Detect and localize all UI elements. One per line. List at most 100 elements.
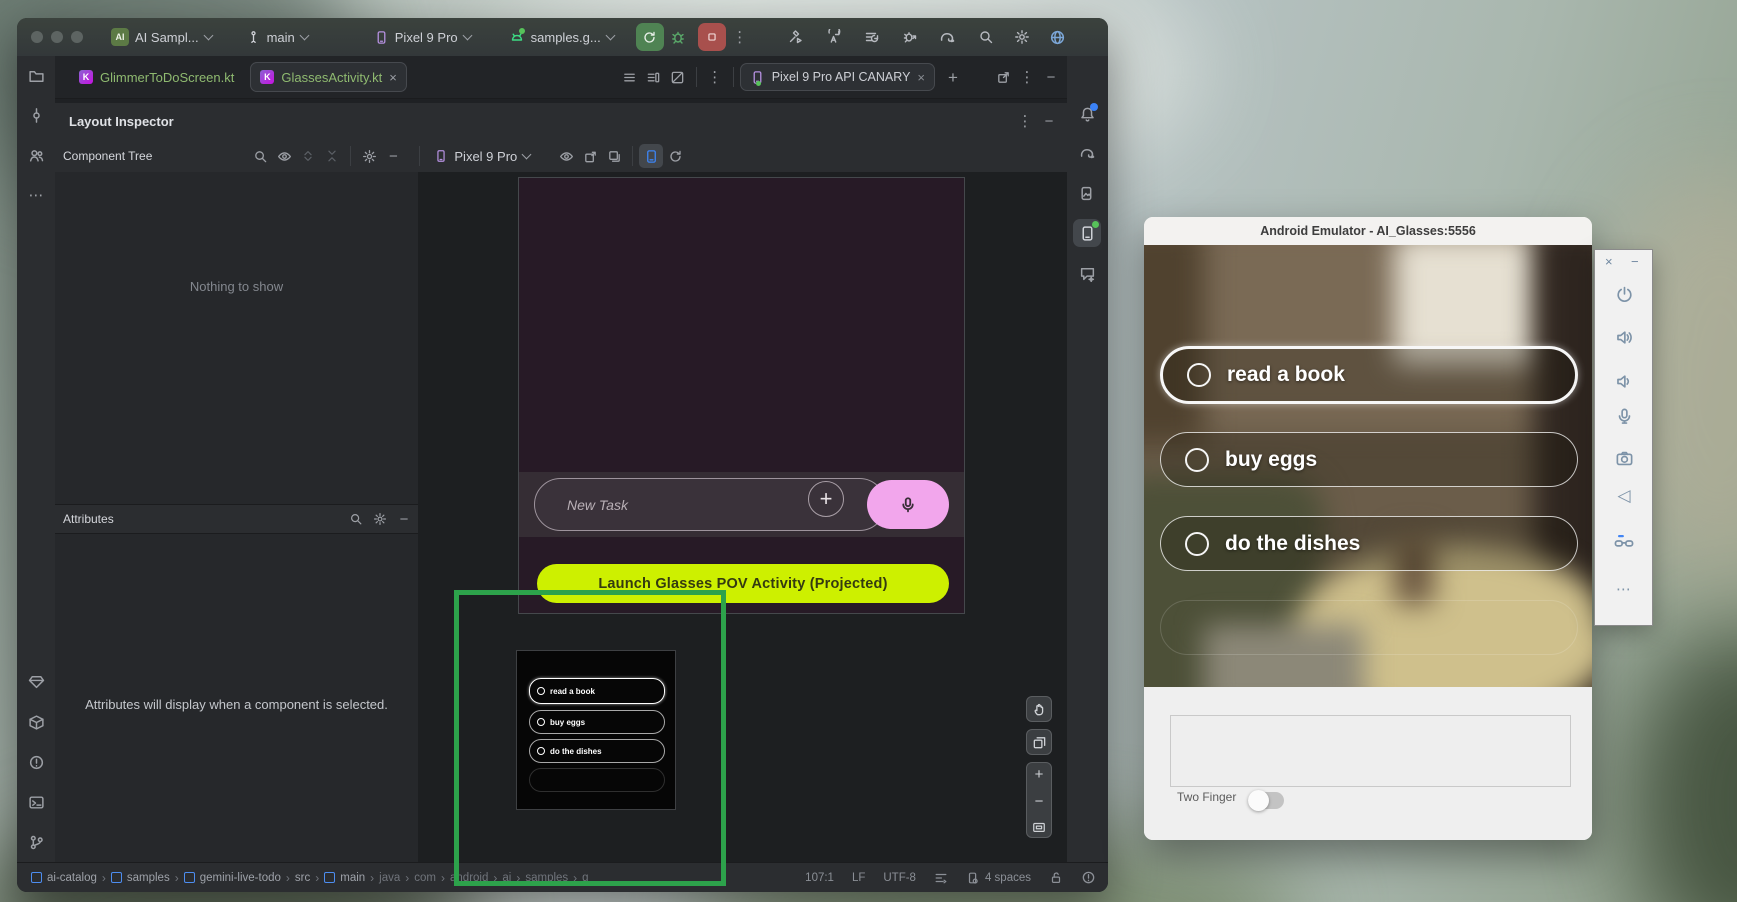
inspections-widget[interactable] [1081,870,1096,885]
more-tools-button[interactable]: ⋯ [22,181,50,209]
search-everywhere-button[interactable] [972,23,1000,51]
hide-panel-button[interactable]: − [1039,65,1063,89]
close-icon[interactable]: × [389,71,397,84]
gradle-sync-button[interactable] [934,23,962,51]
inspector-hide-button[interactable]: − [1037,110,1061,134]
todo-item[interactable]: buy eggs [1160,432,1578,487]
window-close-button[interactable] [31,31,43,43]
window-minimize-button[interactable] [51,31,63,43]
device-manager-button[interactable] [1073,179,1101,207]
gradle-tool-button[interactable] [1073,139,1101,167]
editor-tab-glimmer[interactable]: K GlimmerToDoScreen.kt [69,62,244,92]
breadcrumb-item[interactable]: gemini-live-todo [184,872,281,884]
breadcrumb-item[interactable]: android [450,872,488,884]
device-selector[interactable]: Pixel 9 Pro [366,24,479,50]
file-encoding[interactable]: UTF-8 [883,872,916,884]
editor-tab-glasses[interactable]: K GlassesActivity.kt × [250,62,406,92]
tree-expand-button[interactable] [296,144,320,168]
caret-position[interactable]: 107:1 [805,872,834,884]
tree-visibility-button[interactable] [272,144,296,168]
live-updates-button[interactable] [639,144,663,168]
glasses-display-preview[interactable]: read a book buy eggs do the dishes [516,650,676,810]
editor-preview-button[interactable] [666,65,690,89]
more-options-button[interactable]: ⋯ [1612,577,1636,601]
tree-settings-button[interactable] [357,144,381,168]
refresh-layout-button[interactable] [663,144,687,168]
more-run-actions-button[interactable]: ⋮ [726,23,754,51]
project-tool-button[interactable] [22,62,50,90]
touchpad-area[interactable] [1170,715,1571,787]
new-task-input[interactable] [565,496,799,514]
breadcrumb-item[interactable]: java [379,872,400,884]
app-insights-button[interactable] [1073,259,1101,287]
breadcrumb-item[interactable]: main [324,872,365,884]
emulator-screen[interactable]: read a book buy eggs do the dishes [1144,245,1592,687]
window-zoom-button[interactable] [71,31,83,43]
close-icon[interactable]: × [1605,254,1613,269]
voice-input-button[interactable] [867,480,949,529]
line-separator[interactable]: LF [852,872,865,884]
todo-item[interactable]: do the dishes [1160,516,1578,571]
attributes-search-button[interactable] [344,507,368,531]
todo-item[interactable]: do the dishes [529,739,665,763]
breadcrumb-item[interactable]: samples [111,872,170,884]
two-finger-toggle[interactable] [1248,792,1284,809]
back-button[interactable]: ◁ [1612,484,1636,508]
problems-tool-button[interactable] [22,748,50,776]
services-tool-button[interactable] [22,667,50,695]
indent-options-button[interactable] [934,871,948,885]
pan-mode-button[interactable] [1026,696,1052,722]
attributes-hide-button[interactable]: − [392,507,416,531]
add-device-button[interactable]: + [941,65,965,89]
file-lock-button[interactable] [1049,871,1063,885]
fit-screen-button[interactable] [1032,820,1046,834]
project-selector[interactable]: AI AI Sampl... [103,24,220,50]
snapshot-import-button[interactable] [602,144,626,168]
profile-globe-button[interactable] [1044,23,1072,51]
rerun-button[interactable] [636,23,664,51]
attach-debugger-button[interactable] [896,23,924,51]
zoom-in-button[interactable]: + [1035,766,1044,783]
profiler-button[interactable] [858,23,886,51]
todo-item[interactable]: buy eggs [529,710,665,734]
editor-split-view-button[interactable] [642,65,666,89]
todo-item[interactable]: read a book [1160,346,1578,404]
close-icon[interactable]: × [917,71,925,84]
breadcrumb-item[interactable]: com [414,872,436,884]
stop-button[interactable] [698,23,726,51]
panel-options-button[interactable]: ⋮ [1015,65,1039,89]
editor-options-button[interactable]: ⋮ [703,65,727,89]
editor-list-view-button[interactable] [618,65,642,89]
breadcrumb-item[interactable]: ai [502,872,511,884]
preview-visibility-button[interactable] [554,144,578,168]
open-in-window-button[interactable] [991,65,1015,89]
build-tool-button[interactable] [22,708,50,736]
attributes-settings-button[interactable] [368,507,392,531]
add-task-button[interactable]: + [808,481,844,517]
commit-tool-button[interactable] [22,101,50,129]
running-devices-tab[interactable]: Pixel 9 Pro API CANARY × [740,63,935,91]
inspector-options-button[interactable]: ⋮ [1013,110,1037,134]
microphone-button[interactable] [1612,404,1636,428]
version-control-tool-button[interactable] [22,828,50,856]
volume-up-button[interactable] [1612,325,1636,349]
inspector-device-selector[interactable]: Pixel 9 Pro [426,144,538,168]
indent-size[interactable]: 4 spaces [966,871,1031,885]
launch-glasses-pov-button[interactable]: Launch Glasses POV Activity (Projected) [537,564,949,603]
breadcrumb-item[interactable]: g [582,872,588,884]
branch-selector[interactable]: main [238,24,316,50]
debug-button[interactable] [664,23,692,51]
tree-hide-button[interactable]: − [381,144,405,168]
device-screen-preview[interactable]: + Launch Glasses POV Activity (Projected… [518,177,965,614]
notifications-button[interactable] [1073,100,1101,128]
volume-down-button[interactable] [1612,369,1636,393]
settings-button[interactable] [1008,23,1036,51]
structure-tool-button[interactable] [22,141,50,169]
build-run-tasks-button[interactable] [782,23,810,51]
tree-search-button[interactable] [248,144,272,168]
zoom-out-button[interactable]: − [1035,793,1044,810]
ai-translate-button[interactable] [820,23,848,51]
running-devices-button[interactable] [1073,219,1101,247]
glasses-button[interactable] [1612,529,1636,553]
run-configuration-selector[interactable]: samples.g... [501,24,622,50]
